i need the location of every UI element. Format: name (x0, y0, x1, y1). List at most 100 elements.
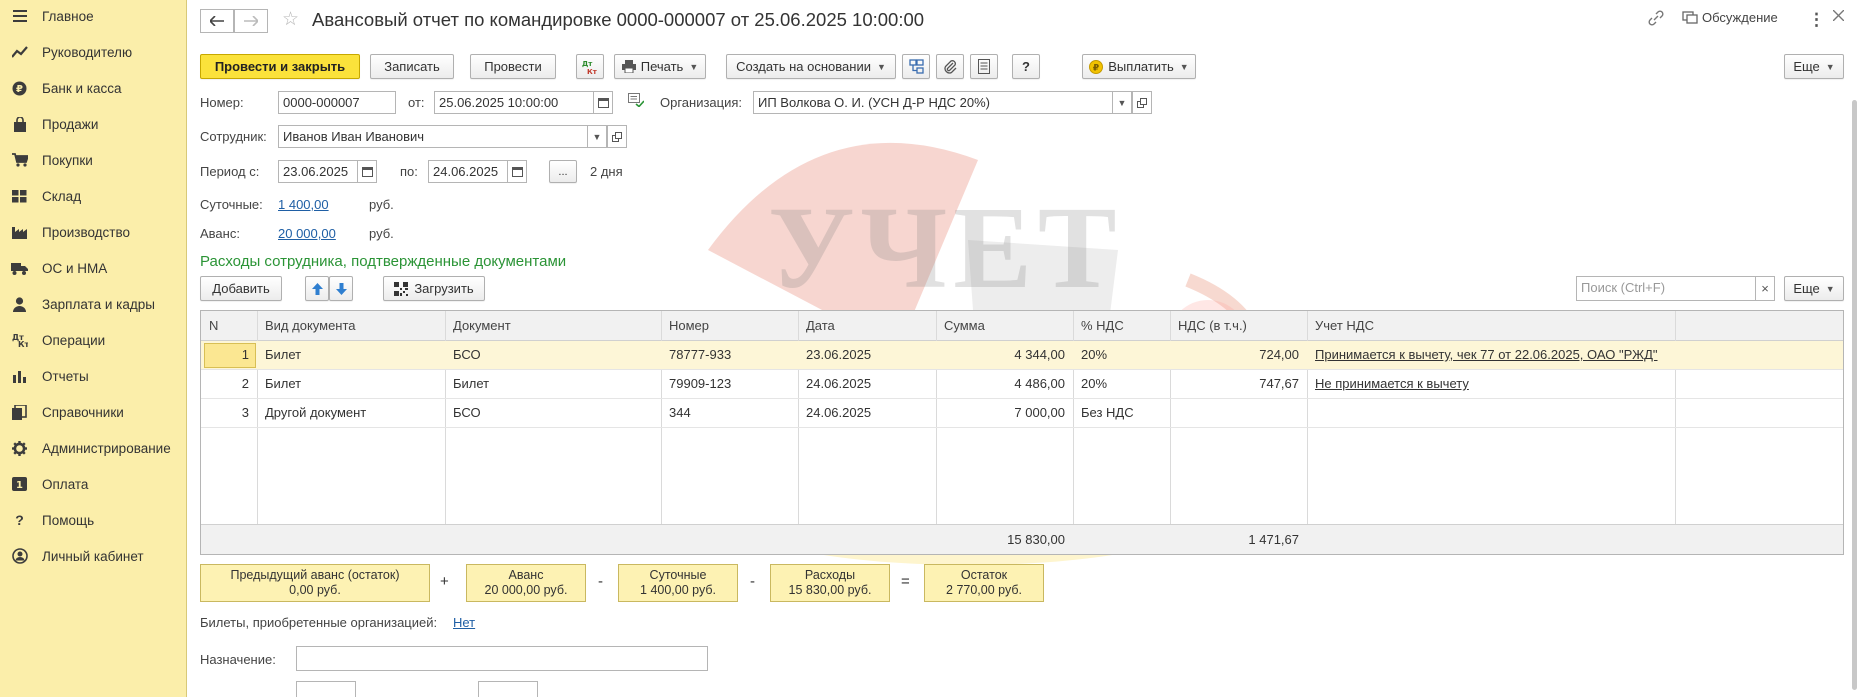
calendar-button[interactable] (593, 91, 613, 114)
print-button[interactable]: Печать ▼ (614, 54, 706, 79)
sidebar-item-assets[interactable]: ОС и НМА (0, 250, 186, 286)
advance-link[interactable]: 20 000,00 (278, 226, 336, 241)
organization-dropdown-button[interactable]: ▼ (1112, 91, 1132, 114)
per-diem-link[interactable]: 1 400,00 (278, 197, 329, 212)
list-button[interactable] (970, 54, 998, 79)
column-header-number[interactable]: Номер (661, 311, 798, 341)
table-more-button[interactable]: Еще ▼ (1784, 276, 1844, 301)
factory-icon (11, 224, 28, 241)
period-to-calendar-button[interactable] (507, 160, 527, 183)
chevron-down-icon: ▼ (876, 61, 886, 72)
cell-vat-rate: Без НДС (1081, 405, 1134, 420)
cell-date: 24.06.2025 (806, 405, 872, 420)
per-diem-box-label: Суточные (649, 568, 707, 582)
create-based-on-button[interactable]: Создать на основании ▼ (726, 54, 896, 79)
per-diem-label: Суточные: (200, 197, 263, 212)
sidebar-item-payment[interactable]: 1 Оплата (0, 466, 186, 502)
table-row[interactable]: 1 Билет БСО 78777-933 23.06.2025 4 344,0… (201, 341, 1843, 370)
move-down-button[interactable] (329, 276, 353, 301)
column-header-doc-kind[interactable]: Вид документа (257, 311, 445, 341)
more-button[interactable]: Еще ▼ (1784, 54, 1844, 79)
period-from-calendar-button[interactable] (357, 160, 377, 183)
table-row[interactable]: 3 Другой документ БСО 344 24.06.2025 7 0… (201, 399, 1843, 428)
period-from-field[interactable]: 23.06.2025 (278, 160, 358, 183)
sidebar-item-account[interactable]: Личный кабинет (0, 538, 186, 574)
column-header-n[interactable]: N (201, 311, 257, 341)
date-field[interactable]: 25.06.2025 10:00:00 (434, 91, 594, 114)
tickets-link[interactable]: Нет (453, 615, 475, 630)
back-button[interactable] (200, 9, 234, 33)
column-header-vat-accounting[interactable]: Учет НДС (1307, 311, 1675, 341)
add-row-button[interactable]: Добавить (200, 276, 282, 301)
sidebar-item-label: Оплата (42, 476, 89, 492)
vertical-scrollbar[interactable] (1852, 100, 1857, 690)
organization-label: Организация: (660, 95, 743, 110)
sidebar-item-manager[interactable]: Руководителю (0, 34, 186, 70)
column-header-sum[interactable]: Сумма (936, 311, 1073, 341)
sidebar-item-salary[interactable]: Зарплата и кадры (0, 286, 186, 322)
cell-vat-accounting-link[interactable]: Не принимается к вычету (1307, 370, 1675, 398)
discussion-button[interactable]: Обсуждение (1682, 10, 1778, 25)
cell-document: Билет (453, 376, 490, 391)
cell-n: 1 (241, 347, 249, 362)
save-button[interactable]: Записать (370, 54, 454, 79)
dt-kt-button[interactable]: Дт Кт (576, 54, 604, 79)
forward-button[interactable] (234, 9, 268, 33)
discussion-label: Обсуждение (1702, 10, 1778, 25)
number-field[interactable]: 0000-000007 (278, 91, 396, 114)
cell-sum: 7 000,00 (1014, 405, 1065, 420)
sidebar-item-operations[interactable]: Дт Кт Операции (0, 322, 186, 358)
pay-button[interactable]: ₽ Выплатить ▼ (1082, 54, 1196, 79)
column-header-date[interactable]: Дата (798, 311, 936, 341)
move-up-button[interactable] (305, 276, 329, 301)
sidebar-item-warehouse[interactable]: Склад (0, 178, 186, 214)
load-button[interactable]: Загрузить (383, 276, 485, 301)
favorite-star-icon[interactable]: ☆ (282, 8, 299, 32)
purpose-field[interactable] (296, 646, 708, 671)
search-clear-button[interactable]: × (1755, 276, 1775, 301)
sidebar-item-purchases[interactable]: Покупки (0, 142, 186, 178)
sidebar-item-admin[interactable]: Администрирование (0, 430, 186, 466)
period-days: 2 дня (590, 164, 623, 179)
post-and-close-button[interactable]: Провести и закрыть (200, 54, 360, 79)
calendar-icon (361, 167, 373, 177)
column-header-vat-rate[interactable]: % НДС (1073, 311, 1170, 341)
sidebar-item-main[interactable]: Главное (0, 0, 186, 34)
employee-field[interactable]: Иванов Иван Иванович (278, 125, 588, 148)
period-to-field[interactable]: 24.06.2025 (428, 160, 508, 183)
sidebar-item-reports[interactable]: Отчеты (0, 358, 186, 394)
trend-icon (11, 44, 28, 61)
column-header-vat[interactable]: НДС (в т.ч.) (1170, 311, 1307, 341)
structure-button[interactable] (902, 54, 930, 79)
close-icon[interactable] (1833, 10, 1844, 21)
table-row[interactable]: 2 Билет Билет 79909-123 24.06.2025 4 486… (201, 370, 1843, 399)
period-select-button[interactable]: ... (549, 160, 577, 183)
arrow-right-icon (244, 16, 258, 26)
attach-button[interactable] (936, 54, 964, 79)
more-menu-icon[interactable]: ⋮ (1808, 10, 1825, 30)
sidebar-item-help[interactable]: ? Помощь (0, 502, 186, 538)
sidebar-item-production[interactable]: Производство (0, 214, 186, 250)
cell-vat-accounting-link[interactable]: Принимается к вычету, чек 77 от 22.06.20… (1307, 341, 1675, 369)
employee-dropdown-button[interactable]: ▼ (587, 125, 607, 148)
sidebar-item-references[interactable]: Справочники (0, 394, 186, 430)
link-icon[interactable] (1648, 10, 1664, 26)
organization-field[interactable]: ИП Волкова О. И. (УСН Д-Р НДС 20%) (753, 91, 1113, 114)
search-input[interactable]: Поиск (Ctrl+F) (1576, 276, 1756, 301)
pay-label: Выплатить (1108, 59, 1174, 74)
bottom-field-partial-1[interactable] (296, 681, 356, 697)
sidebar-item-bank[interactable]: ₽ Банк и касса (0, 70, 186, 106)
create-based-on-label: Создать на основании (736, 59, 871, 74)
help-button[interactable]: ? (1012, 54, 1040, 79)
post-button[interactable]: Провести (470, 54, 556, 79)
organization-open-button[interactable] (1132, 91, 1152, 114)
sidebar: Главное Руководителю ₽ Банк и касса Прод… (0, 0, 187, 697)
employee-label: Сотрудник: (200, 129, 267, 144)
employee-open-button[interactable] (607, 125, 627, 148)
qr-code-icon (394, 281, 409, 296)
per-diem-box: Суточные 1 400,00 руб. (618, 564, 738, 602)
column-header-document[interactable]: Документ (445, 311, 661, 341)
sidebar-item-sales[interactable]: Продажи (0, 106, 186, 142)
open-window-icon (612, 131, 622, 142)
bottom-field-partial-2[interactable] (478, 681, 538, 697)
